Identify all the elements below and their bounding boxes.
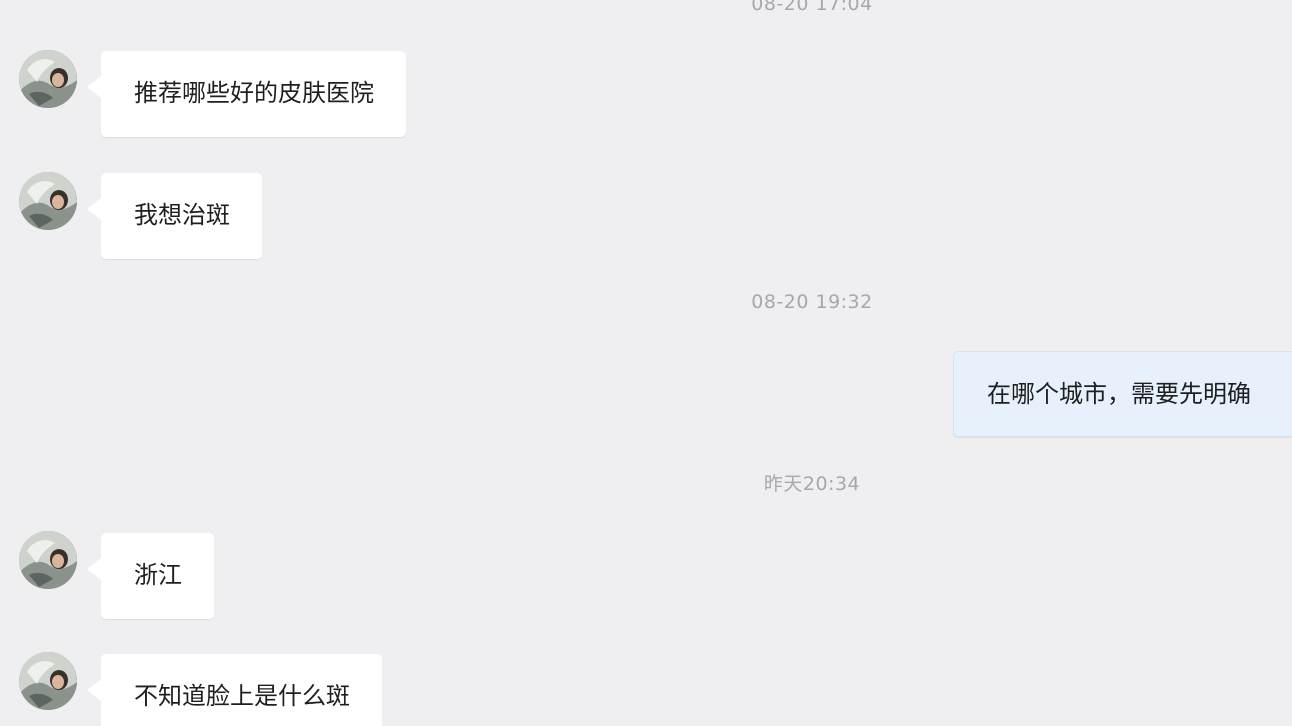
message-bubble[interactable]: 不知道脸上是什么斑 — [87, 654, 382, 726]
avatar-photo-icon — [19, 50, 77, 108]
avatar-photo-icon — [19, 652, 77, 710]
message-text: 浙江 — [134, 561, 182, 589]
timestamp-divider: 08-20 19:32 — [751, 291, 873, 313]
avatar-photo-icon — [19, 172, 77, 230]
outgoing-message-bubble[interactable]: 在哪个城市，需要先明确 — [953, 351, 1292, 437]
message-bubble[interactable]: 推荐哪些好的皮肤医院 — [87, 51, 406, 137]
avatar-photo-icon — [19, 531, 77, 589]
timestamp-divider: 08-20 17:04 — [751, 0, 873, 15]
user-avatar[interactable] — [19, 172, 77, 230]
message-text: 推荐哪些好的皮肤医院 — [134, 79, 374, 107]
user-avatar[interactable] — [19, 531, 77, 589]
user-avatar[interactable] — [19, 652, 77, 710]
chat-message-list[interactable]: 08-20 17:04 推荐哪些好的皮肤医院 我想治斑 08-20 19:32 … — [0, 0, 1292, 726]
message-text: 在哪个城市，需要先明确 — [987, 380, 1251, 408]
user-avatar[interactable] — [19, 50, 77, 108]
timestamp-divider: 昨天20:34 — [763, 473, 861, 495]
message-bubble[interactable]: 浙江 — [87, 533, 214, 619]
message-text: 不知道脸上是什么斑 — [134, 682, 350, 710]
message-text: 我想治斑 — [134, 201, 230, 229]
message-bubble[interactable]: 我想治斑 — [87, 173, 262, 259]
